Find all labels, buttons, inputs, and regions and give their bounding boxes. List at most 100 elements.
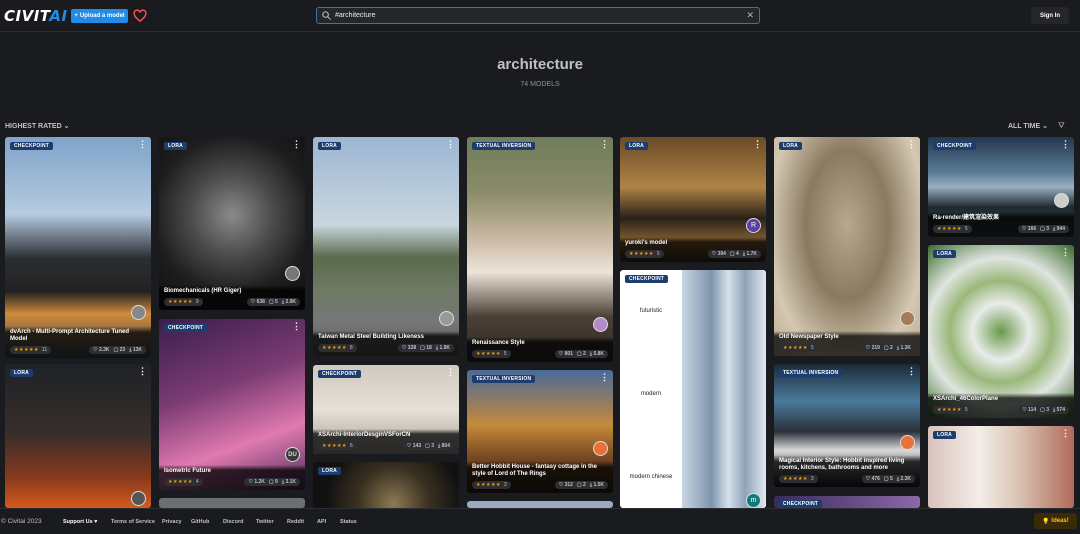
stat-counts: ♡ 166 ▢ 3 ⤓ 944 — [1017, 225, 1069, 233]
card-info: Renaissance Style ★★★★★ 5 ♡ 801 ▢ 2 ⤓ 5.8K — [467, 337, 613, 362]
card-menu-icon[interactable]: ⋮ — [1061, 140, 1070, 149]
model-card[interactable]: CHECKPOINT ⋮ DU Isometric Future ★★★★★ 4 … — [159, 319, 305, 490]
model-card[interactable]: LORA ⋮ XSArchi_46ColorPlane ★★★★★ 5 ♡ 114… — [928, 245, 1074, 418]
model-name: dvArch - Multi-Prompt Architecture Tuned… — [10, 329, 130, 342]
model-card[interactable]: CHECKPOINT ⋮ Ra-render/建筑渲染效果 ★★★★★ 5 ♡ 1… — [928, 137, 1074, 237]
footer-link-terms[interactable]: Terms of Service — [111, 519, 155, 525]
model-card[interactable]: CHECKPOINT ⋮ XSArchi-InteriorDesginVSFor… — [313, 365, 459, 454]
search-value: #architecture — [335, 12, 376, 19]
card-info: dvArch - Multi-Prompt Architecture Tuned… — [5, 326, 151, 358]
card-image — [5, 137, 151, 358]
card-image — [467, 137, 613, 362]
sign-in-button[interactable]: Sign In — [1031, 7, 1069, 24]
card-menu-icon[interactable]: ⋮ — [600, 140, 609, 149]
avatar: R — [746, 218, 761, 233]
card-info: XSArchi_46ColorPlane ★★★★★ 5 ♡ 114 ▢ 3 ⤓ 57… — [928, 393, 1074, 418]
card-menu-icon[interactable]: ⋮ — [1061, 429, 1070, 438]
stat-counts: ♡ 801 ▢ 2 ⤓ 5.8K — [554, 350, 608, 358]
model-type-badge: LORA — [318, 467, 341, 475]
model-card[interactable]: LORA ⋮ Biomechanicals (HR Giger) ★★★★★ 9 … — [159, 137, 305, 310]
card-menu-icon[interactable]: ⋮ — [446, 368, 455, 377]
model-name: XSArchi_46ColorPlane — [933, 396, 999, 402]
upload-model-button[interactable]: + Upload a model — [71, 9, 128, 23]
model-card[interactable]: LORA — [313, 462, 459, 508]
model-card[interactable]: LORA ⋮ — [928, 426, 1074, 508]
filter-icon[interactable]: ⛛ — [1058, 121, 1065, 131]
rating-badge: ★★★★★ 5 — [933, 406, 972, 414]
image-label: futuristic — [639, 308, 663, 314]
civitai-logo[interactable]: CIVITAI — [4, 7, 68, 25]
footer-link-support[interactable]: Support Us ♥ — [63, 519, 97, 525]
chevron-down-icon: ⌄ — [1042, 123, 1048, 130]
model-card[interactable]: TEXTUAL INVERSION ⋮ Better Hobbit House … — [467, 370, 613, 493]
footer-link-api[interactable]: API — [317, 519, 326, 525]
model-type-badge: TEXTUAL INVERSION — [472, 375, 536, 383]
avatar — [131, 491, 146, 506]
stat-counts: ♡ 219 ▢ 2 ⤓ 1.3K — [861, 344, 915, 352]
rating-badge: ★★★★★ 5 — [472, 350, 511, 358]
card-menu-icon[interactable]: ⋮ — [292, 322, 301, 331]
rating-badge: ★★★★★ 9 — [164, 298, 203, 306]
model-type-badge: LORA — [779, 142, 802, 150]
model-name: yuroki's model — [625, 240, 668, 246]
card-info: Ra-render/建筑渲染效果 ★★★★★ 5 ♡ 166 ▢ 3 ⤓ 944 — [928, 212, 1074, 237]
footer-link-status[interactable]: Status — [340, 519, 357, 525]
ideas-button[interactable]: 💡 Ideas! — [1034, 513, 1077, 529]
sort-dropdown[interactable]: HIGHEST RATED ⌄ — [5, 122, 69, 130]
stat-counts: ♡ 328 ▢ 18 ⤓ 1.9K — [397, 344, 454, 352]
card-menu-icon[interactable]: ⋮ — [753, 140, 762, 149]
model-type-badge: LORA — [625, 142, 648, 150]
model-card[interactable]: LORA ⋮ Taiwan Metal Steel Building Liken… — [313, 137, 459, 356]
model-card[interactable]: TEXTUAL INVERSION ⋮ Renaissance Style ★★… — [467, 137, 613, 362]
chevron-down-icon: ⌄ — [63, 123, 70, 130]
rating-badge: ★★★★★ 8 — [318, 344, 357, 352]
footer-link-reddit[interactable]: Reddit — [287, 519, 304, 525]
card-menu-icon[interactable]: ⋮ — [292, 140, 301, 149]
model-card[interactable]: LORA ⋮ R yuroki's model ★★★★★ 5 ♡ 394 ▢ 4 ⤓… — [620, 137, 766, 262]
card-menu-icon[interactable]: ⋮ — [1061, 248, 1070, 257]
image-label: modern chinese — [629, 474, 673, 480]
period-dropdown[interactable]: ALL TIME ⌄ — [1008, 122, 1048, 130]
card-info: Old Newspaper Style ★★★★★ 5 ♡ 219 ▢ 2 ⤓ 1.3… — [774, 331, 920, 356]
model-type-badge: LORA — [318, 142, 341, 150]
rating-badge: ★★★★★ 4 — [164, 478, 203, 486]
model-name: Old Newspaper Style — [779, 334, 839, 340]
stat-counts: ♡ 143 ▢ 3 ⤓ 804 — [402, 442, 454, 450]
model-card — [159, 498, 305, 508]
card-menu-icon[interactable]: ⋮ — [600, 373, 609, 382]
model-name: Biomechanicals (HR Giger) — [164, 288, 242, 294]
model-card[interactable]: LORA ⋮ — [5, 364, 151, 508]
stat-counts: ♡ 638 ▢ 5 ⤓ 2.9K — [246, 298, 300, 306]
model-card[interactable]: TEXTUAL INVERSION ⋮ Magical Interior Sty… — [774, 364, 920, 487]
rating-badge: ★★★★★ 6 — [318, 442, 357, 450]
card-menu-icon[interactable]: ⋮ — [907, 367, 916, 376]
rating-badge: ★★★★★ 3 — [472, 481, 511, 489]
footer-link-twitter[interactable]: Twitter — [256, 519, 274, 525]
model-type-badge: LORA — [933, 250, 956, 258]
card-menu-icon[interactable]: ⋮ — [446, 140, 455, 149]
footer: © Civitai 2023 Support Us ♥ Terms of Ser… — [0, 508, 1080, 534]
card-image — [5, 364, 151, 508]
footer-link-privacy[interactable]: Privacy — [162, 519, 182, 525]
avatar — [593, 441, 608, 456]
card-menu-icon[interactable]: ⋮ — [138, 367, 147, 376]
footer-link-github[interactable]: GitHub — [191, 519, 209, 525]
model-card[interactable]: CHECKPOINT — [774, 496, 920, 508]
clear-search-icon[interactable]: ✕ — [746, 10, 754, 21]
model-card[interactable]: LORA ⋮ Old Newspaper Style ★★★★★ 5 ♡ 219 ▢… — [774, 137, 920, 356]
stat-counts: ♡ 1.2K ▢ 9 ⤓ 3.1K — [244, 478, 300, 486]
stat-counts: ♡ 476 ▢ 5 ⤓ 2.3K — [861, 475, 915, 483]
footer-link-discord[interactable]: Discord — [223, 519, 243, 525]
avatar: DU — [285, 447, 300, 462]
search-input[interactable]: #architecture ✕ — [316, 7, 760, 24]
card-menu-icon[interactable]: ⋮ — [138, 140, 147, 149]
model-type-badge: CHECKPOINT — [779, 500, 823, 508]
card-image — [313, 137, 459, 356]
card-info: Biomechanicals (HR Giger) ★★★★★ 9 ♡ 638 ▢ … — [159, 285, 305, 310]
rating-badge: ★★★★★ 5 — [779, 344, 818, 352]
heart-icon[interactable] — [133, 9, 147, 23]
model-card[interactable]: CHECKPOINT ⋮ dvArch - Multi-Prompt Archi… — [5, 137, 151, 358]
model-card[interactable]: CHECKPOINT futuristic modern modern chin… — [620, 270, 766, 508]
card-menu-icon[interactable]: ⋮ — [907, 140, 916, 149]
model-name: Taiwan Metal Steel Building Likeness — [318, 334, 424, 340]
